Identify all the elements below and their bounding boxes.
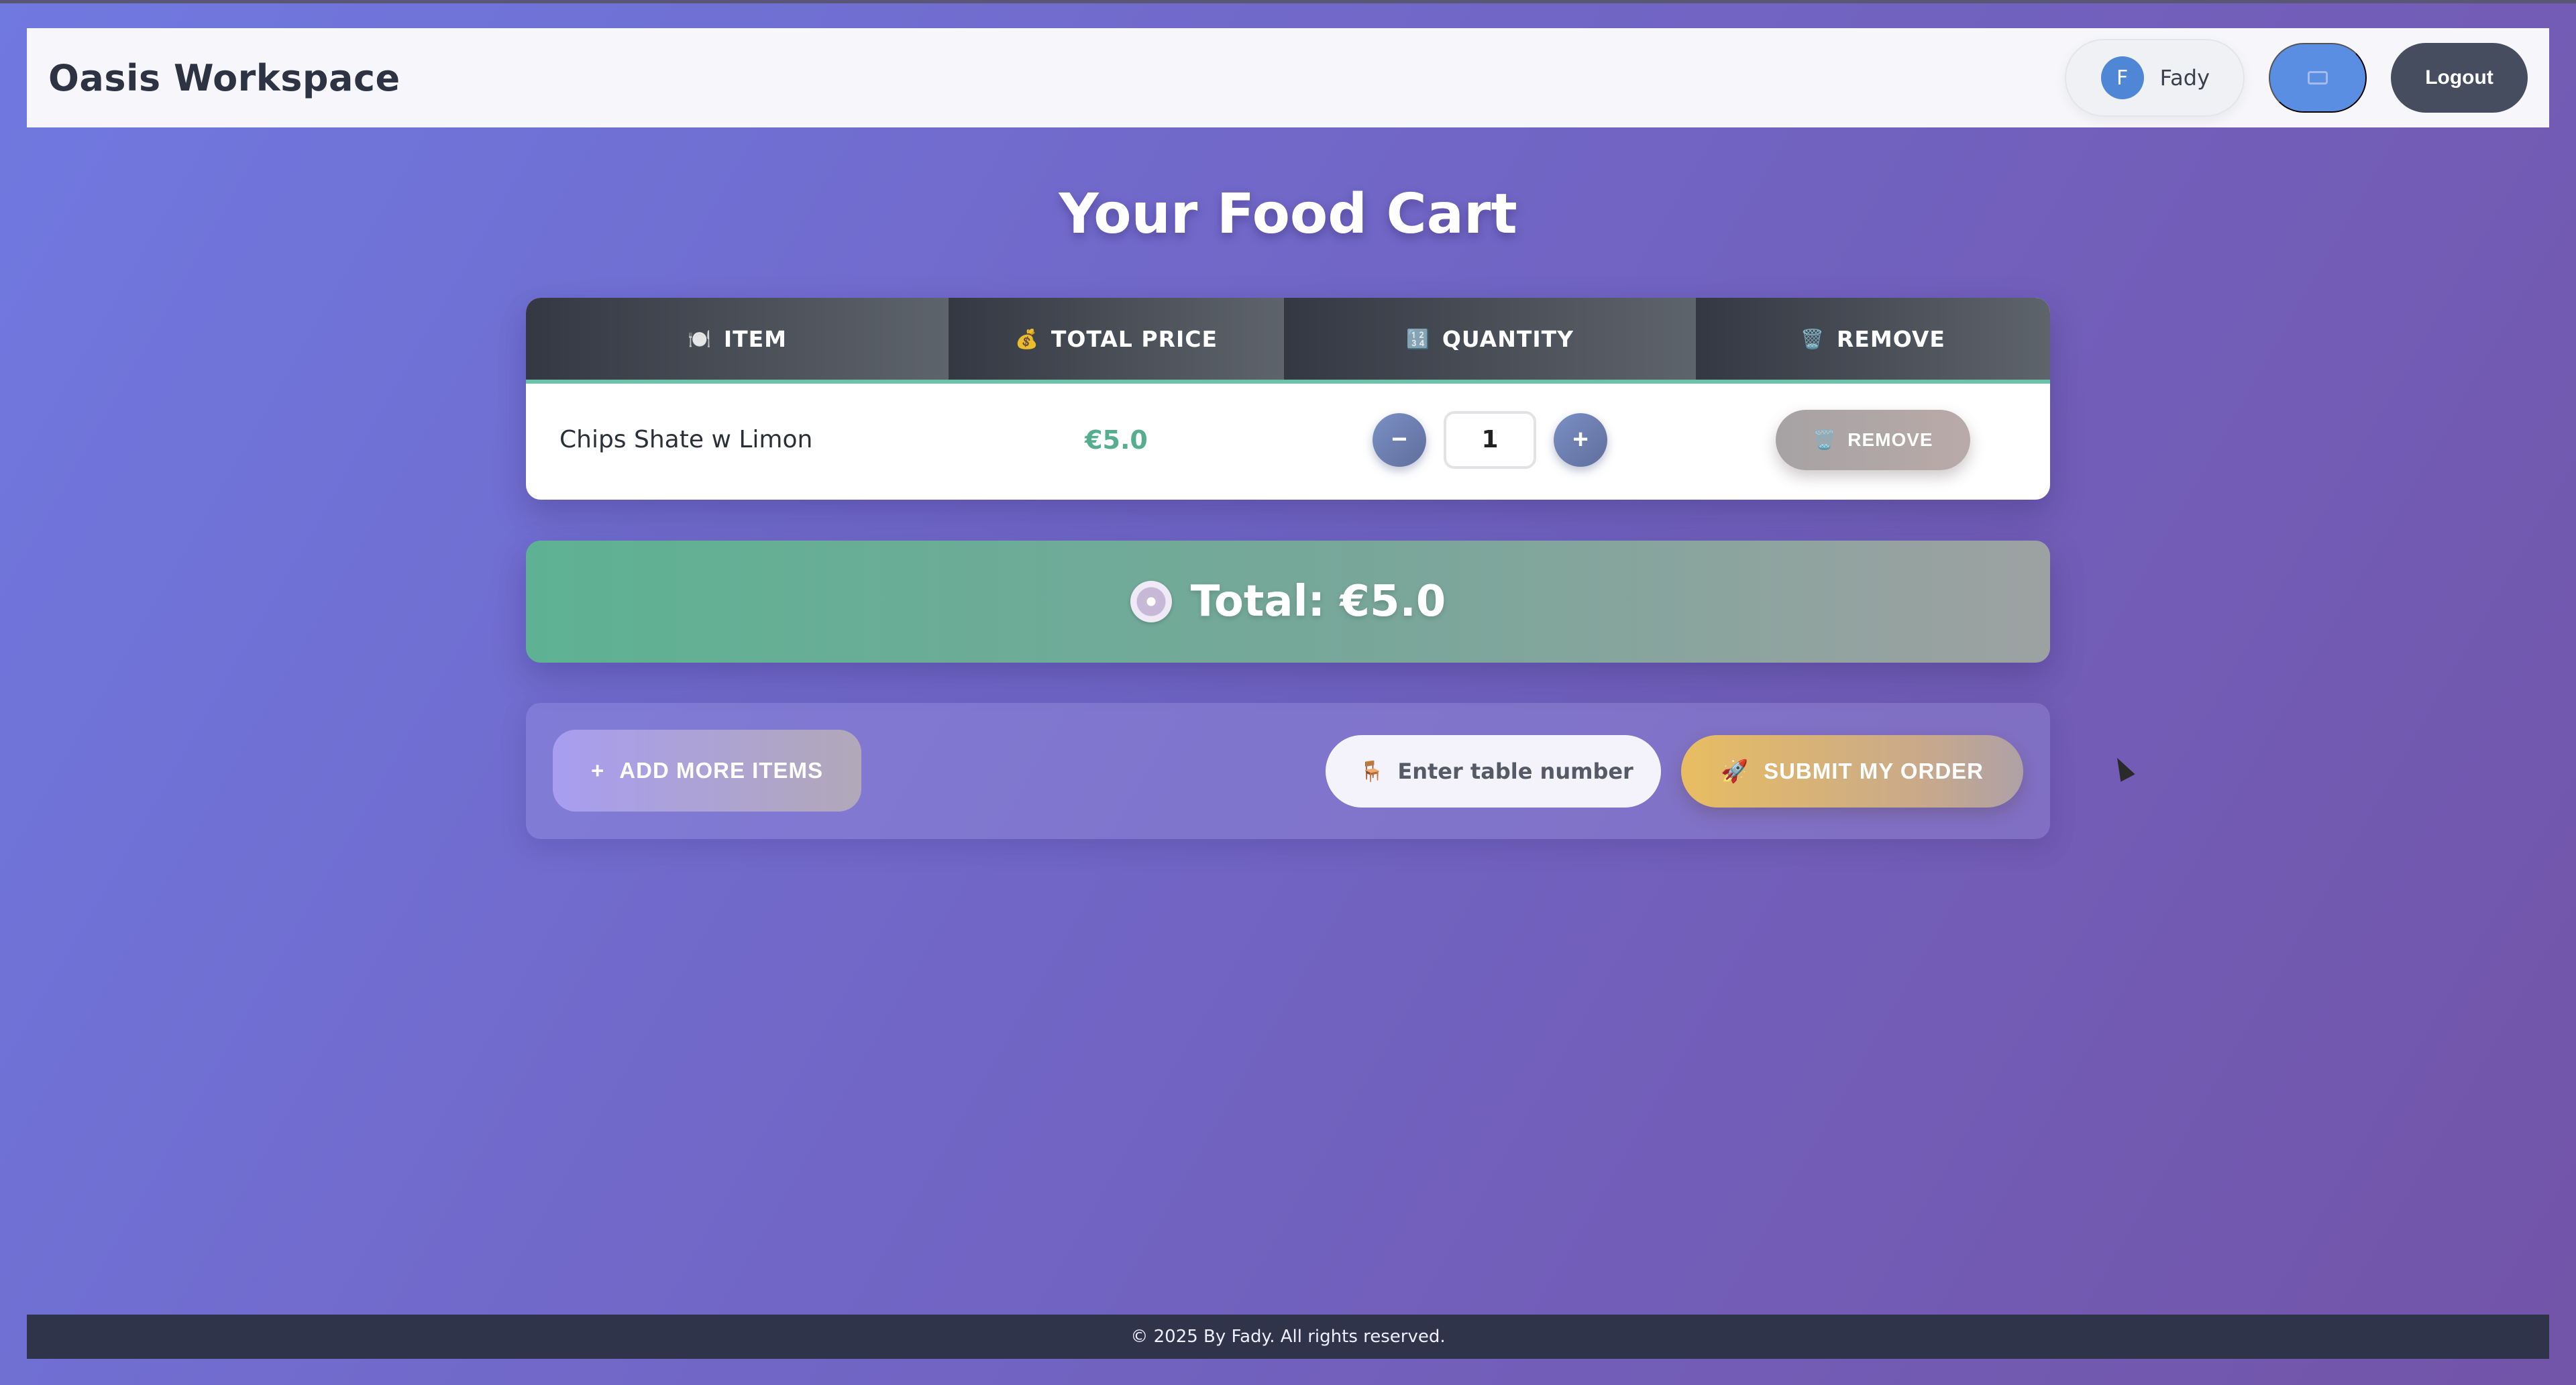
plus-icon: + <box>591 758 605 783</box>
brand-title: Oasis Workspace <box>48 56 400 99</box>
user-name: Fady <box>2159 65 2210 91</box>
cart-table-header: 🍽️ ITEM 💰 TOTAL PRICE 🔢 QUANTITY 🗑️ REMO… <box>526 298 2050 384</box>
remove-item-button[interactable]: 🗑️ REMOVE <box>1776 409 1970 470</box>
total-banner: Total: €5.0 <box>526 541 2050 663</box>
mouse-cursor-icon <box>2110 754 2135 782</box>
cart-item-price: €5.0 <box>1085 425 1148 455</box>
rocket-icon: 🚀 <box>1721 758 1750 783</box>
keyboard-icon <box>2308 71 2328 85</box>
add-more-items-label: ADD MORE ITEMS <box>619 758 823 783</box>
keyboard-button[interactable] <box>2269 43 2367 113</box>
total-amount: Total: €5.0 <box>1190 577 1446 626</box>
cart-table: 🍽️ ITEM 💰 TOTAL PRICE 🔢 QUANTITY 🗑️ REMO… <box>526 298 2050 500</box>
cart-item-name: Chips Shate w Limon <box>559 426 813 453</box>
column-header-label: REMOVE <box>1836 325 1945 352</box>
add-more-items-button[interactable]: + ADD MORE ITEMS <box>553 730 861 812</box>
column-header-label: ITEM <box>723 325 788 352</box>
quantity-stepper: − + <box>1284 384 1696 496</box>
column-header-label: QUANTITY <box>1442 325 1574 352</box>
footer-copyright: © 2025 By Fady. All rights reserved. <box>1130 1327 1446 1347</box>
money-bag-icon: 💰 <box>1014 327 1039 350</box>
numbers-icon: 🔢 <box>1405 327 1430 350</box>
submit-order-label: SUBMIT MY ORDER <box>1764 759 1984 783</box>
disc-icon <box>1130 581 1172 622</box>
remove-label: REMOVE <box>1847 429 1933 450</box>
footer: © 2025 By Fady. All rights reserved. <box>27 1315 2549 1359</box>
logout-button[interactable]: Logout <box>2391 43 2528 113</box>
page-title: Your Food Cart <box>1059 182 1517 246</box>
column-header-item: 🍽️ ITEM <box>526 298 949 380</box>
increase-quantity-button[interactable]: + <box>1554 412 1607 467</box>
header-actions: F Fady Logout <box>2064 39 2528 117</box>
column-header-quantity: 🔢 QUANTITY <box>1284 298 1696 380</box>
column-header-remove: 🗑️ REMOVE <box>1696 298 2050 380</box>
table-number-field[interactable]: 🪑 <box>1326 735 1661 808</box>
avatar: F <box>2100 56 2144 99</box>
submit-order-button[interactable]: 🚀 SUBMIT MY ORDER <box>1681 735 2023 808</box>
chair-icon: 🪑 <box>1359 759 1385 783</box>
quantity-input[interactable] <box>1444 410 1536 469</box>
table-row: Chips Shate w Limon €5.0 − + 🗑️ REMOVE <box>526 384 2050 496</box>
column-header-label: TOTAL PRICE <box>1051 325 1218 352</box>
user-chip[interactable]: F Fady <box>2064 39 2245 117</box>
trash-icon: 🗑️ <box>1813 429 1837 450</box>
plate-icon: 🍽️ <box>687 327 712 350</box>
decrease-quantity-button[interactable]: − <box>1373 412 1426 467</box>
column-header-total-price: 💰 TOTAL PRICE <box>949 298 1284 380</box>
order-actions: + ADD MORE ITEMS 🪑 🚀 SUBMIT MY ORDER <box>526 703 2050 839</box>
window-top-border <box>0 0 2576 3</box>
remove-cell: 🗑️ REMOVE <box>1696 384 2050 496</box>
app-header: Oasis Workspace F Fady Logout <box>27 28 2549 127</box>
table-number-input[interactable] <box>1397 759 1653 784</box>
trash-icon: 🗑️ <box>1801 327 1825 350</box>
